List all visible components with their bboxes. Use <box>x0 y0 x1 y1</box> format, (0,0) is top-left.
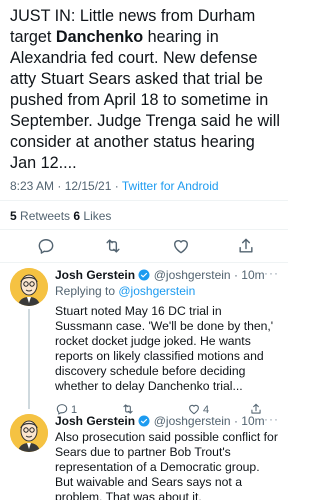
reply-header: Josh Gerstein @joshgerstein · 10m ··· <box>55 412 281 430</box>
author-name[interactable]: Josh Gerstein <box>55 414 135 428</box>
reply-icon[interactable] <box>36 236 56 256</box>
replying-to-link[interactable]: @joshgerstein <box>118 284 195 298</box>
divider <box>0 200 288 201</box>
verified-badge-icon <box>138 415 150 427</box>
tweet-source-link[interactable]: Twitter for Android <box>122 179 219 193</box>
divider <box>0 262 288 263</box>
verified-badge-icon <box>138 269 150 281</box>
avatar[interactable] <box>10 414 48 452</box>
reply-text: Stuart noted May 16 DC trial in Sussmann… <box>55 304 274 393</box>
more-icon[interactable]: ··· <box>264 412 279 426</box>
reply-header: Josh Gerstein @joshgerstein · 10m ··· <box>55 266 281 284</box>
tweet-text: JUST IN: Little news from Durham target … <box>10 6 282 174</box>
more-icon[interactable]: ··· <box>264 266 279 280</box>
retweet-icon[interactable] <box>103 236 123 256</box>
author-name[interactable]: Josh Gerstein <box>55 268 135 282</box>
author-handle[interactable]: @joshgerstein · 10m <box>154 414 265 428</box>
tweet-timestamp: 8:23 AM · 12/15/21 · <box>10 179 122 193</box>
replying-prefix: Replying to <box>55 284 119 298</box>
share-icon[interactable] <box>236 236 256 256</box>
tweet-stats[interactable]: 5 Retweets 6 Likes <box>10 209 111 223</box>
author-handle[interactable]: @joshgerstein · 10m <box>154 268 265 282</box>
divider <box>0 229 288 230</box>
tweet-action-bar <box>0 233 288 259</box>
heart-icon[interactable] <box>171 236 191 256</box>
reply-text: Also prosecution said possible conflict … <box>55 430 278 500</box>
tweet-text-bold: Danchenko <box>55 28 144 46</box>
retweets-label: Retweets <box>16 209 74 223</box>
replying-to: Replying to @joshgerstein <box>55 284 281 299</box>
retweets-count: 5 <box>10 209 17 223</box>
tweet-text-part2: hearing in Alexandria fed court. New def… <box>10 28 280 172</box>
likes-label: Likes <box>80 209 112 223</box>
avatar[interactable] <box>10 268 48 306</box>
thread-line <box>28 309 30 409</box>
tweet-meta: 8:23 AM · 12/15/21 · Twitter for Android <box>10 179 219 193</box>
